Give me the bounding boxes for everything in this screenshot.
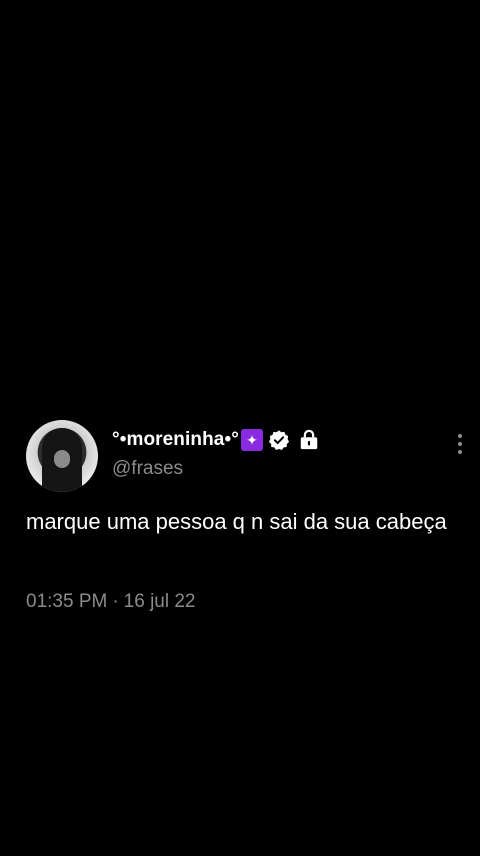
tweet-header: °•moreninha•° ✦ @frases xyxy=(112,426,420,480)
name-row: °•moreninha•° ✦ xyxy=(112,426,420,454)
lock-icon xyxy=(300,429,318,450)
tweet-date: 16 jul 22 xyxy=(123,591,196,612)
verified-badge-icon xyxy=(268,430,290,450)
tweet-text: marque uma pessoa q n sai da sua cabeça xyxy=(26,509,447,534)
tweet-card[interactable]: °•moreninha•° ✦ @frases marque uma pesso… xyxy=(0,418,480,618)
avatar-face xyxy=(54,450,70,468)
display-name[interactable]: °•moreninha•° xyxy=(112,429,239,451)
tweet-time: 01:35 PM xyxy=(26,591,108,612)
user-handle[interactable]: @frases xyxy=(112,458,420,480)
purple-square-emoji-icon: ✦ xyxy=(240,429,263,451)
more-vertical-icon[interactable] xyxy=(454,432,466,456)
tweet-timestamp[interactable]: 01:35 PM · 16 jul 22 xyxy=(26,591,196,613)
meta-separator: · xyxy=(112,591,119,612)
avatar[interactable] xyxy=(26,420,98,492)
